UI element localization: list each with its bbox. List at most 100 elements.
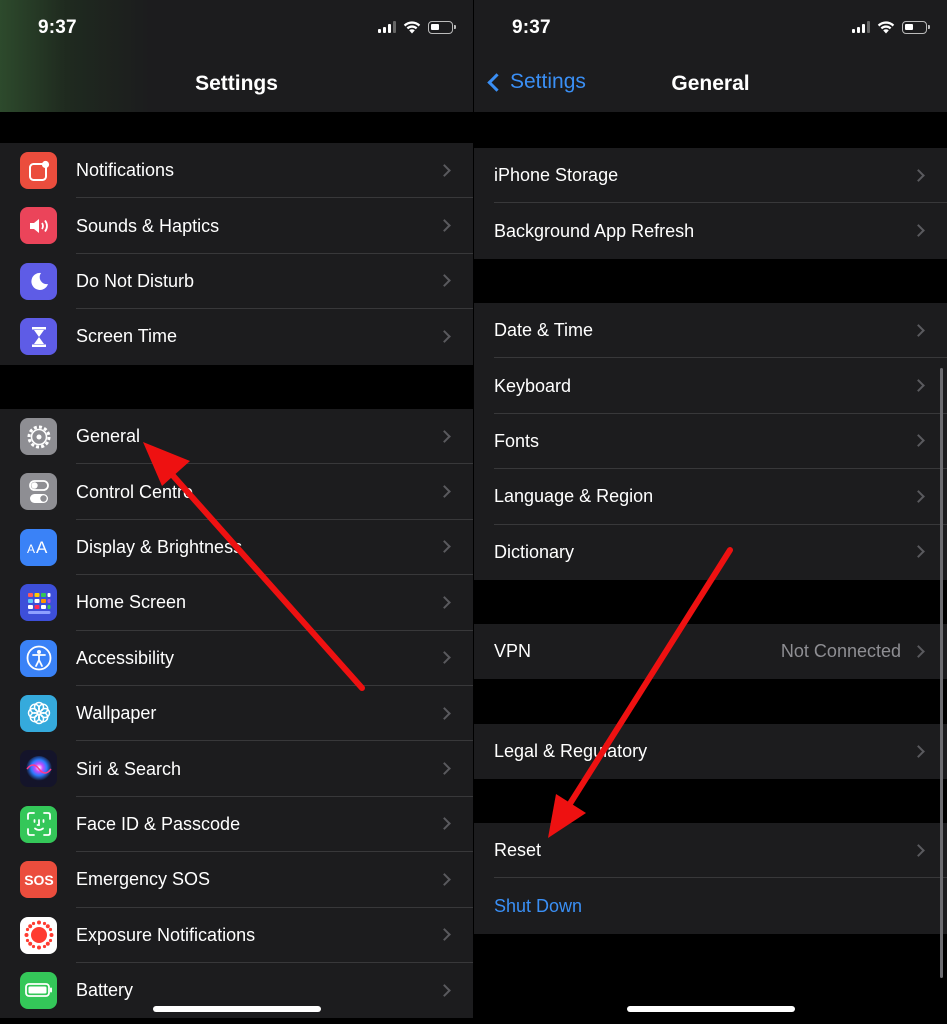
row-label: Fonts [494, 430, 540, 451]
moon-icon [20, 262, 57, 300]
chevron-right-icon [912, 168, 925, 182]
app-grid-icon [20, 584, 57, 622]
settings-row-control-centre[interactable]: Control Centre [0, 464, 473, 520]
row-label: Notifications [76, 160, 175, 181]
general-screen: 9:37 Settings General iPhone Storage Bac… [474, 0, 947, 1024]
flower-icon [20, 694, 57, 732]
general-group-storage: iPhone Storage Background App Refresh [474, 148, 947, 259]
settings-row-do-not-disturb[interactable]: Do Not Disturb [0, 254, 473, 310]
text-size-icon: AA [20, 528, 57, 566]
general-row-language-region[interactable]: Language & Region [474, 469, 947, 525]
hourglass-icon [20, 318, 57, 356]
general-group-reset: Reset Shut Down [474, 823, 947, 934]
general-row-iphone-storage[interactable]: iPhone Storage [474, 148, 947, 204]
row-label: Language & Region [494, 486, 654, 507]
exposure-icon [20, 916, 57, 954]
general-row-reset[interactable]: Reset [474, 823, 947, 879]
chevron-right-icon [438, 163, 451, 177]
cellular-signal-icon [852, 21, 870, 33]
chevron-right-icon [438, 329, 451, 343]
chevron-right-icon [438, 485, 451, 498]
svg-text:SOS: SOS [24, 872, 54, 888]
scrollbar[interactable] [940, 368, 943, 978]
settings-row-exposure-notifications[interactable]: Exposure Notifications [0, 908, 473, 963]
chevron-right-icon [438, 219, 451, 232]
chevron-right-icon [438, 429, 451, 443]
row-label: Background App Refresh [494, 220, 695, 241]
row-label: Wallpaper [76, 703, 157, 724]
settings-group-2: General Control Centre AA Display & Brig… [0, 409, 473, 1019]
general-row-vpn[interactable]: VPN Not Connected [474, 624, 947, 679]
home-indicator [626, 1006, 795, 1012]
cellular-signal-icon [378, 21, 396, 33]
general-group-legal: Legal & Regulatory [474, 724, 947, 780]
general-row-background-app-refresh[interactable]: Background App Refresh [474, 203, 947, 258]
chevron-right-icon [912, 224, 925, 237]
status-icons [378, 20, 456, 34]
settings-row-general[interactable]: General [0, 409, 473, 465]
settings-row-siri-search[interactable]: Siri & Search [0, 741, 473, 797]
row-label: Do Not Disturb [76, 270, 195, 291]
row-label: Exposure Notifications [76, 924, 256, 945]
status-icons [852, 20, 930, 34]
settings-row-home-screen[interactable]: Home Screen [0, 575, 473, 631]
chevron-right-icon [912, 489, 925, 503]
settings-row-emergency-sos[interactable]: SOS Emergency SOS [0, 852, 473, 908]
chevron-right-icon [912, 545, 925, 559]
settings-row-face-id[interactable]: Face ID & Passcode [0, 797, 473, 853]
row-label: Screen Time [76, 326, 178, 347]
row-label: Emergency SOS [76, 869, 211, 890]
notifications-icon [20, 152, 57, 189]
general-row-date-time[interactable]: Date & Time [474, 303, 947, 359]
general-row-legal-regulatory[interactable]: Legal & Regulatory [474, 724, 947, 779]
row-label: Date & Time [494, 320, 594, 341]
chevron-right-icon [438, 872, 451, 886]
row-label: Dictionary [494, 541, 575, 562]
row-label: Keyboard [494, 375, 572, 396]
page-title: Settings [195, 72, 278, 95]
speaker-icon [20, 207, 57, 245]
home-indicator [152, 1006, 321, 1012]
wifi-icon [877, 21, 895, 34]
general-row-dictionary[interactable]: Dictionary [474, 525, 947, 580]
chevron-right-icon [912, 843, 925, 857]
row-label: Legal & Regulatory [494, 741, 648, 762]
settings-row-sounds-haptics[interactable]: Sounds & Haptics [0, 198, 473, 254]
row-label: Reset [494, 840, 542, 861]
battery-status-icon [902, 20, 930, 34]
settings-row-notifications[interactable]: Notifications [0, 143, 473, 199]
battery-icon [20, 971, 57, 1009]
chevron-right-icon [438, 595, 451, 609]
settings-row-display-brightness[interactable]: AA Display & Brightness [0, 520, 473, 576]
face-id-icon [20, 805, 57, 843]
svg-text:A: A [27, 542, 35, 556]
row-label: Home Screen [76, 592, 187, 613]
siri-icon [20, 750, 57, 788]
general-group-vpn: VPN Not Connected [474, 624, 947, 680]
navigation-bar: 9:37 Settings General [474, 0, 947, 112]
chevron-right-icon [438, 817, 451, 831]
sos-icon: SOS [20, 861, 57, 899]
gear-icon [20, 418, 57, 455]
general-group-locale: Date & Time Keyboard Fonts Language & Re… [474, 303, 947, 580]
accessibility-icon [20, 639, 57, 677]
general-row-keyboard[interactable]: Keyboard [474, 358, 947, 414]
chevron-right-icon [912, 434, 925, 448]
general-row-shut-down[interactable]: Shut Down [474, 878, 947, 933]
battery-status-icon [428, 20, 456, 34]
chevron-right-icon [912, 644, 925, 658]
settings-row-wallpaper[interactable]: Wallpaper [0, 686, 473, 742]
toggles-icon [20, 473, 57, 511]
chevron-right-icon [438, 651, 451, 665]
vpn-status-value: Not Connected [780, 641, 901, 662]
row-label: VPN [494, 641, 532, 662]
row-label: Sounds & Haptics [76, 215, 220, 236]
settings-row-accessibility[interactable]: Accessibility [0, 631, 473, 686]
chevron-right-icon [912, 379, 925, 392]
row-label: Display & Brightness [76, 536, 243, 557]
general-row-fonts[interactable]: Fonts [474, 414, 947, 470]
row-label: Siri & Search [76, 758, 182, 779]
settings-row-screen-time[interactable]: Screen Time [0, 309, 473, 364]
row-label: Face ID & Passcode [76, 813, 241, 834]
wifi-icon [403, 21, 421, 34]
